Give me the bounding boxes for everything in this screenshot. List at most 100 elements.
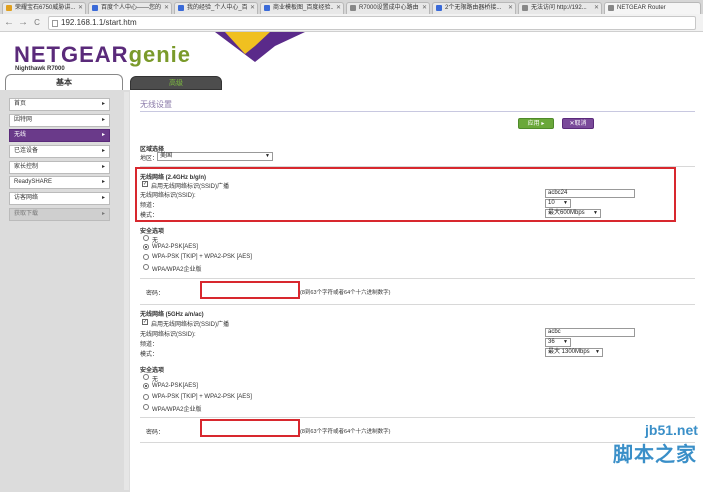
band24-channel-value: 10 xyxy=(548,200,555,206)
security5-radio-wpa-wpa2[interactable] xyxy=(143,394,149,400)
security24-radio-wpa-wpa2[interactable] xyxy=(143,254,149,260)
security24-radio-none[interactable] xyxy=(143,235,149,241)
close-tab-icon[interactable]: ✕ xyxy=(594,3,599,13)
chevron-down-icon: ▼ xyxy=(563,200,568,206)
tab-basic[interactable]: 基本 xyxy=(5,74,123,90)
band24-mode-select[interactable]: 最大600Mbps ▼ xyxy=(545,209,601,218)
security24-radio-enterprise[interactable] xyxy=(143,264,149,270)
tab-favicon-icon xyxy=(436,5,442,11)
security5-radio-none[interactable] xyxy=(143,374,149,380)
browser-tab-strip: 荣耀宝石6750威胁讲... ✕ 百度个人中心——您的... ✕ 我的经验_个人中心… xyxy=(0,0,703,14)
sidebar-item-label: 因特网 xyxy=(14,116,33,123)
chevron-down-icon: ▼ xyxy=(563,339,568,345)
sidebar-item-label: 首页 xyxy=(14,101,27,107)
sidebar-item-internet[interactable]: 因特网 ▸ xyxy=(9,113,110,127)
browser-tab-8[interactable]: NETGEAR Router xyxy=(604,2,701,14)
browser-tab-7[interactable]: 无法访问 http://192... ✕ xyxy=(518,2,602,14)
sidebar-item-downloads[interactable]: 获取下载 ▸ xyxy=(9,207,110,221)
browser-tab-title: 百度个人中心——您的... xyxy=(101,5,161,11)
close-tab-icon[interactable]: ✕ xyxy=(336,3,341,13)
tab-favicon-icon xyxy=(608,5,614,11)
cancel-button[interactable]: ✕取消 xyxy=(562,118,594,129)
band5-mode-value: 最大 1300Mbps xyxy=(548,349,590,355)
sidebar-scrollbar[interactable] xyxy=(124,92,129,490)
url-text: 192.168.1.1/start.htm xyxy=(61,18,137,27)
security5-radio-wpa2[interactable] xyxy=(143,383,149,389)
security5-password-input[interactable] xyxy=(200,419,300,437)
band5-channel-select[interactable]: 36 ▼ xyxy=(545,338,571,347)
close-tab-icon[interactable]: ✕ xyxy=(508,3,513,13)
security5-section-title: 安全选项 xyxy=(140,368,165,374)
browser-toolbar: ← → C 192.168.1.1/start.htm xyxy=(0,14,703,32)
reload-icon[interactable]: C xyxy=(31,17,43,29)
watermark-text: 脚本之家 xyxy=(613,444,697,466)
band24-ssid-broadcast-label: 启用无线网络标识(SSID)广播 xyxy=(151,184,230,190)
arrow-right-icon: ▸ xyxy=(101,163,105,170)
arrow-right-icon: ▸ xyxy=(101,195,105,202)
arrow-right-icon: ▸ xyxy=(101,116,105,123)
sidebar-item-attached-devices[interactable]: 已连设备 ▸ xyxy=(9,145,110,159)
band5-channel-label: 频道： xyxy=(140,342,159,348)
security5-option-label: 无 xyxy=(152,377,159,383)
security24-password-label: 密码： xyxy=(146,291,165,297)
band5-ssid-broadcast-checkbox[interactable]: ✓ xyxy=(142,319,148,325)
security5-radio-enterprise[interactable] xyxy=(143,404,149,410)
section-divider xyxy=(140,278,695,279)
band5-ssid-input[interactable]: acbc xyxy=(545,328,635,337)
address-bar[interactable]: 192.168.1.1/start.htm xyxy=(48,16,696,30)
band5-channel-value: 36 xyxy=(548,339,555,345)
band24-ssid-input[interactable]: acbc24 xyxy=(545,189,635,198)
browser-tab-6[interactable]: 2个无限路由器桥接... ✕ xyxy=(432,2,516,14)
band5-section-title: 无线网络 (5GHz a/n/ac) xyxy=(140,312,204,318)
close-tab-icon[interactable]: ✕ xyxy=(250,3,255,13)
sidebar: 首页 ▸ 因特网 ▸ 无线 ▸ 已连设备 ▸ 家长控制 ▸ ReadySHARE ▸ 访客网… xyxy=(0,90,130,492)
band5-mode-select[interactable]: 最大 1300Mbps ▼ xyxy=(545,348,603,357)
sidebar-item-label: 家长控制 xyxy=(14,163,39,170)
sidebar-item-home[interactable]: 首页 ▸ xyxy=(9,98,110,111)
band5-ssid-label: 无线网络标识(SSID): xyxy=(140,332,196,338)
band24-ssid-broadcast-checkbox[interactable]: ✓ xyxy=(142,181,148,187)
close-tab-icon[interactable]: ✕ xyxy=(422,3,427,13)
security24-radio-wpa2[interactable] xyxy=(143,244,149,250)
chevron-down-icon: ▼ xyxy=(595,349,600,355)
netgear-genie-logo: NETGEARgenie xyxy=(14,42,191,68)
band5-mode-label: 模式： xyxy=(140,352,159,358)
arrow-right-icon: ▸ xyxy=(101,101,105,107)
security24-password-hint: (8到63个字符或者64个十六进制数字) xyxy=(300,290,391,296)
browser-tab-title: NETGEAR Router xyxy=(617,5,666,11)
browser-tab-4[interactable]: 商业模板图_百度经验... ✕ xyxy=(260,2,344,14)
sidebar-item-readyshare[interactable]: ReadySHARE ▸ xyxy=(9,176,110,190)
close-tab-icon[interactable]: ✕ xyxy=(164,3,169,13)
arrow-right-icon: ▸ xyxy=(101,210,105,217)
band24-channel-label: 频道： xyxy=(140,203,159,209)
region-select[interactable]: 美国 ▼ xyxy=(157,152,273,161)
browser-tab-1[interactable]: 荣耀宝石6750威胁讲... ✕ xyxy=(2,2,86,14)
back-icon[interactable]: ← xyxy=(3,17,15,29)
forward-icon[interactable]: → xyxy=(17,17,29,29)
tab-favicon-icon xyxy=(92,5,98,11)
security24-option-label: 无 xyxy=(152,238,159,244)
apply-button[interactable]: 应用 ▸ xyxy=(518,118,554,129)
browser-tab-title: 无法访问 http://192... xyxy=(531,5,587,11)
browser-tab-2[interactable]: 百度个人中心——您的... ✕ xyxy=(88,2,172,14)
band24-channel-select[interactable]: 10 ▼ xyxy=(545,199,571,208)
security24-option-label: WPA2-PSK[AES] xyxy=(152,244,198,250)
header-swoosh-icon xyxy=(215,32,305,62)
region-label: 地区： xyxy=(140,156,159,162)
watermark-site: jb51.net xyxy=(645,422,698,438)
close-tab-icon[interactable]: ✕ xyxy=(78,3,83,13)
browser-tab-5[interactable]: R7000设置成中心路由器...✕ xyxy=(346,2,430,14)
band24-ssid-label: 无线网络标识(SSID): xyxy=(140,193,196,199)
sidebar-item-parental-controls[interactable]: 家长控制 ▸ xyxy=(9,160,110,174)
sidebar-menu: 首页 ▸ 因特网 ▸ 无线 ▸ 已连设备 ▸ 家长控制 ▸ ReadySHARE ▸ 访客网… xyxy=(9,98,110,224)
security24-password-input[interactable] xyxy=(200,281,300,299)
page-icon xyxy=(52,20,58,27)
sidebar-item-wireless[interactable]: 无线 ▸ xyxy=(9,129,110,143)
tab-advanced[interactable]: 高级 xyxy=(130,76,222,90)
browser-tab-title: 商业模板图_百度经验... xyxy=(273,5,333,11)
browser-tab-3[interactable]: 我的经验_个人中心_百... ✕ xyxy=(174,2,258,14)
sidebar-item-guest-network[interactable]: 访客网络 ▸ xyxy=(9,192,110,206)
band24-section-title: 无线网络 (2.4GHz b/g/n) xyxy=(140,175,207,181)
arrow-right-icon: ▸ xyxy=(101,179,105,186)
browser-tab-title: 荣耀宝石6750威胁讲... xyxy=(15,5,75,11)
